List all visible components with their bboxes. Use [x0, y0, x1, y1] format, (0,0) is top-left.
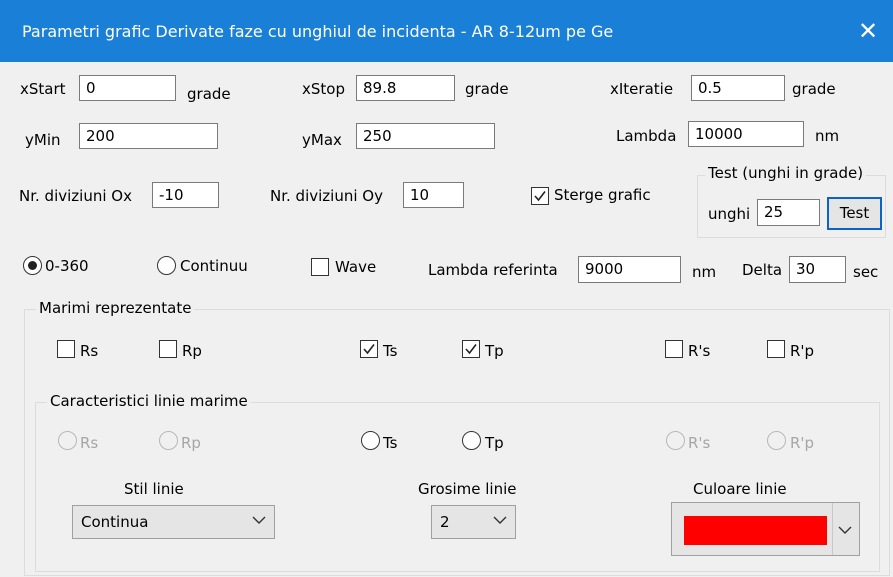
radio-r-prime-p — [767, 431, 786, 450]
xstop-unit: grade — [465, 80, 509, 98]
radio-rs-label: Rs — [80, 434, 99, 452]
xiteratie-input[interactable]: 0.5 — [691, 75, 785, 101]
check-icon — [465, 344, 477, 355]
radio-ts[interactable] — [361, 431, 380, 450]
sterge-grafic-label: Sterge grafic — [554, 186, 651, 204]
radio-0-360[interactable] — [23, 256, 42, 275]
check-icon — [363, 344, 375, 355]
chevron-down-icon — [252, 516, 266, 524]
grosime-linie-select[interactable]: 2 — [431, 505, 516, 539]
delta-input[interactable]: 30 — [789, 256, 846, 283]
chevron-down-icon — [493, 516, 507, 524]
div-oy-label: Nr. diviziuni Oy — [270, 187, 383, 205]
xstart-unit: grade — [187, 85, 231, 103]
xstop-label: xStop — [302, 80, 345, 98]
lambda-ref-label: Lambda referinta — [428, 261, 558, 279]
ymin-label: yMin — [25, 131, 61, 149]
chevron-down-icon — [838, 526, 852, 534]
checkbox-r-prime-s-label: R's — [688, 342, 711, 360]
color-swatch — [684, 516, 827, 545]
xstart-label: xStart — [20, 80, 66, 98]
checkbox-ts-label: Ts — [383, 342, 398, 360]
radio-rs — [58, 431, 77, 450]
lambda-ref-input[interactable]: 9000 — [578, 256, 681, 283]
test-button[interactable]: Test — [827, 197, 882, 230]
radio-tp-label: Tp — [485, 434, 504, 452]
radio-ts-label: Ts — [383, 434, 398, 452]
title-bar: Parametri grafic Derivate faze cu unghiu… — [0, 0, 893, 62]
radio-r-prime-s-label: R's — [688, 434, 711, 452]
div-ox-label: Nr. diviziuni Ox — [19, 187, 132, 205]
grosime-linie-value: 2 — [440, 513, 450, 531]
xstop-input[interactable]: 89.8 — [356, 75, 455, 101]
test-group-title: Test (unghi in grade) — [705, 164, 867, 182]
checkbox-r-prime-p-label: R'p — [790, 342, 815, 360]
radio-r-prime-p-label: R'p — [790, 434, 815, 452]
culoare-linie-select[interactable] — [671, 502, 860, 556]
delta-label: Delta — [742, 261, 783, 279]
delta-unit: sec — [853, 263, 879, 281]
checkbox-rp[interactable] — [159, 340, 177, 358]
radio-tp[interactable] — [462, 431, 481, 450]
marimi-group-title: Marimi reprezentate — [36, 299, 195, 317]
caracteristici-group-title: Caracteristici linie marime — [47, 392, 251, 410]
sterge-grafic-checkbox[interactable] — [531, 187, 549, 205]
checkbox-rs-label: Rs — [80, 342, 99, 360]
lambda-input[interactable]: 10000 — [688, 121, 804, 147]
grosime-linie-label: Grosime linie — [418, 480, 517, 498]
radio-continuu-label: Continuu — [180, 257, 248, 275]
ymax-input[interactable]: 250 — [356, 123, 495, 149]
ymax-label: yMax — [302, 131, 342, 149]
checkbox-r-prime-p[interactable] — [767, 340, 785, 358]
close-icon[interactable]: ✕ — [853, 16, 883, 46]
div-ox-input[interactable]: -10 — [152, 182, 219, 208]
wave-checkbox[interactable] — [311, 258, 329, 276]
lambda-label: Lambda — [616, 127, 677, 145]
check-icon — [534, 191, 546, 202]
checkbox-tp-label: Tp — [485, 342, 504, 360]
checkbox-r-prime-s[interactable] — [665, 340, 683, 358]
window-title: Parametri grafic Derivate faze cu unghiu… — [22, 22, 614, 41]
unghi-label: unghi — [708, 205, 751, 223]
lambda-unit: nm — [815, 127, 840, 145]
checkbox-rp-label: Rp — [182, 342, 202, 360]
culoare-linie-label: Culoare linie — [693, 480, 787, 498]
xstart-input[interactable]: 0 — [79, 75, 176, 101]
checkbox-ts[interactable] — [360, 340, 378, 358]
stil-linie-label: Stil linie — [124, 480, 184, 498]
xiteratie-label: xIteratie — [610, 80, 674, 98]
xiteratie-unit: grade — [792, 80, 836, 98]
radio-0-360-label: 0-360 — [45, 257, 89, 275]
stil-linie-select[interactable]: Continua — [72, 505, 275, 539]
checkbox-tp[interactable] — [462, 340, 480, 358]
lambda-ref-unit: nm — [692, 263, 717, 281]
radio-continuu[interactable] — [157, 256, 176, 275]
checkbox-rs[interactable] — [57, 340, 75, 358]
wave-label: Wave — [335, 258, 377, 276]
radio-rp — [159, 431, 178, 450]
ymin-input[interactable]: 200 — [79, 123, 218, 149]
radio-r-prime-s — [666, 431, 685, 450]
radio-rp-label: Rp — [181, 434, 201, 452]
stil-linie-value: Continua — [81, 513, 149, 531]
unghi-input[interactable]: 25 — [757, 199, 820, 226]
div-oy-input[interactable]: 10 — [403, 182, 464, 208]
